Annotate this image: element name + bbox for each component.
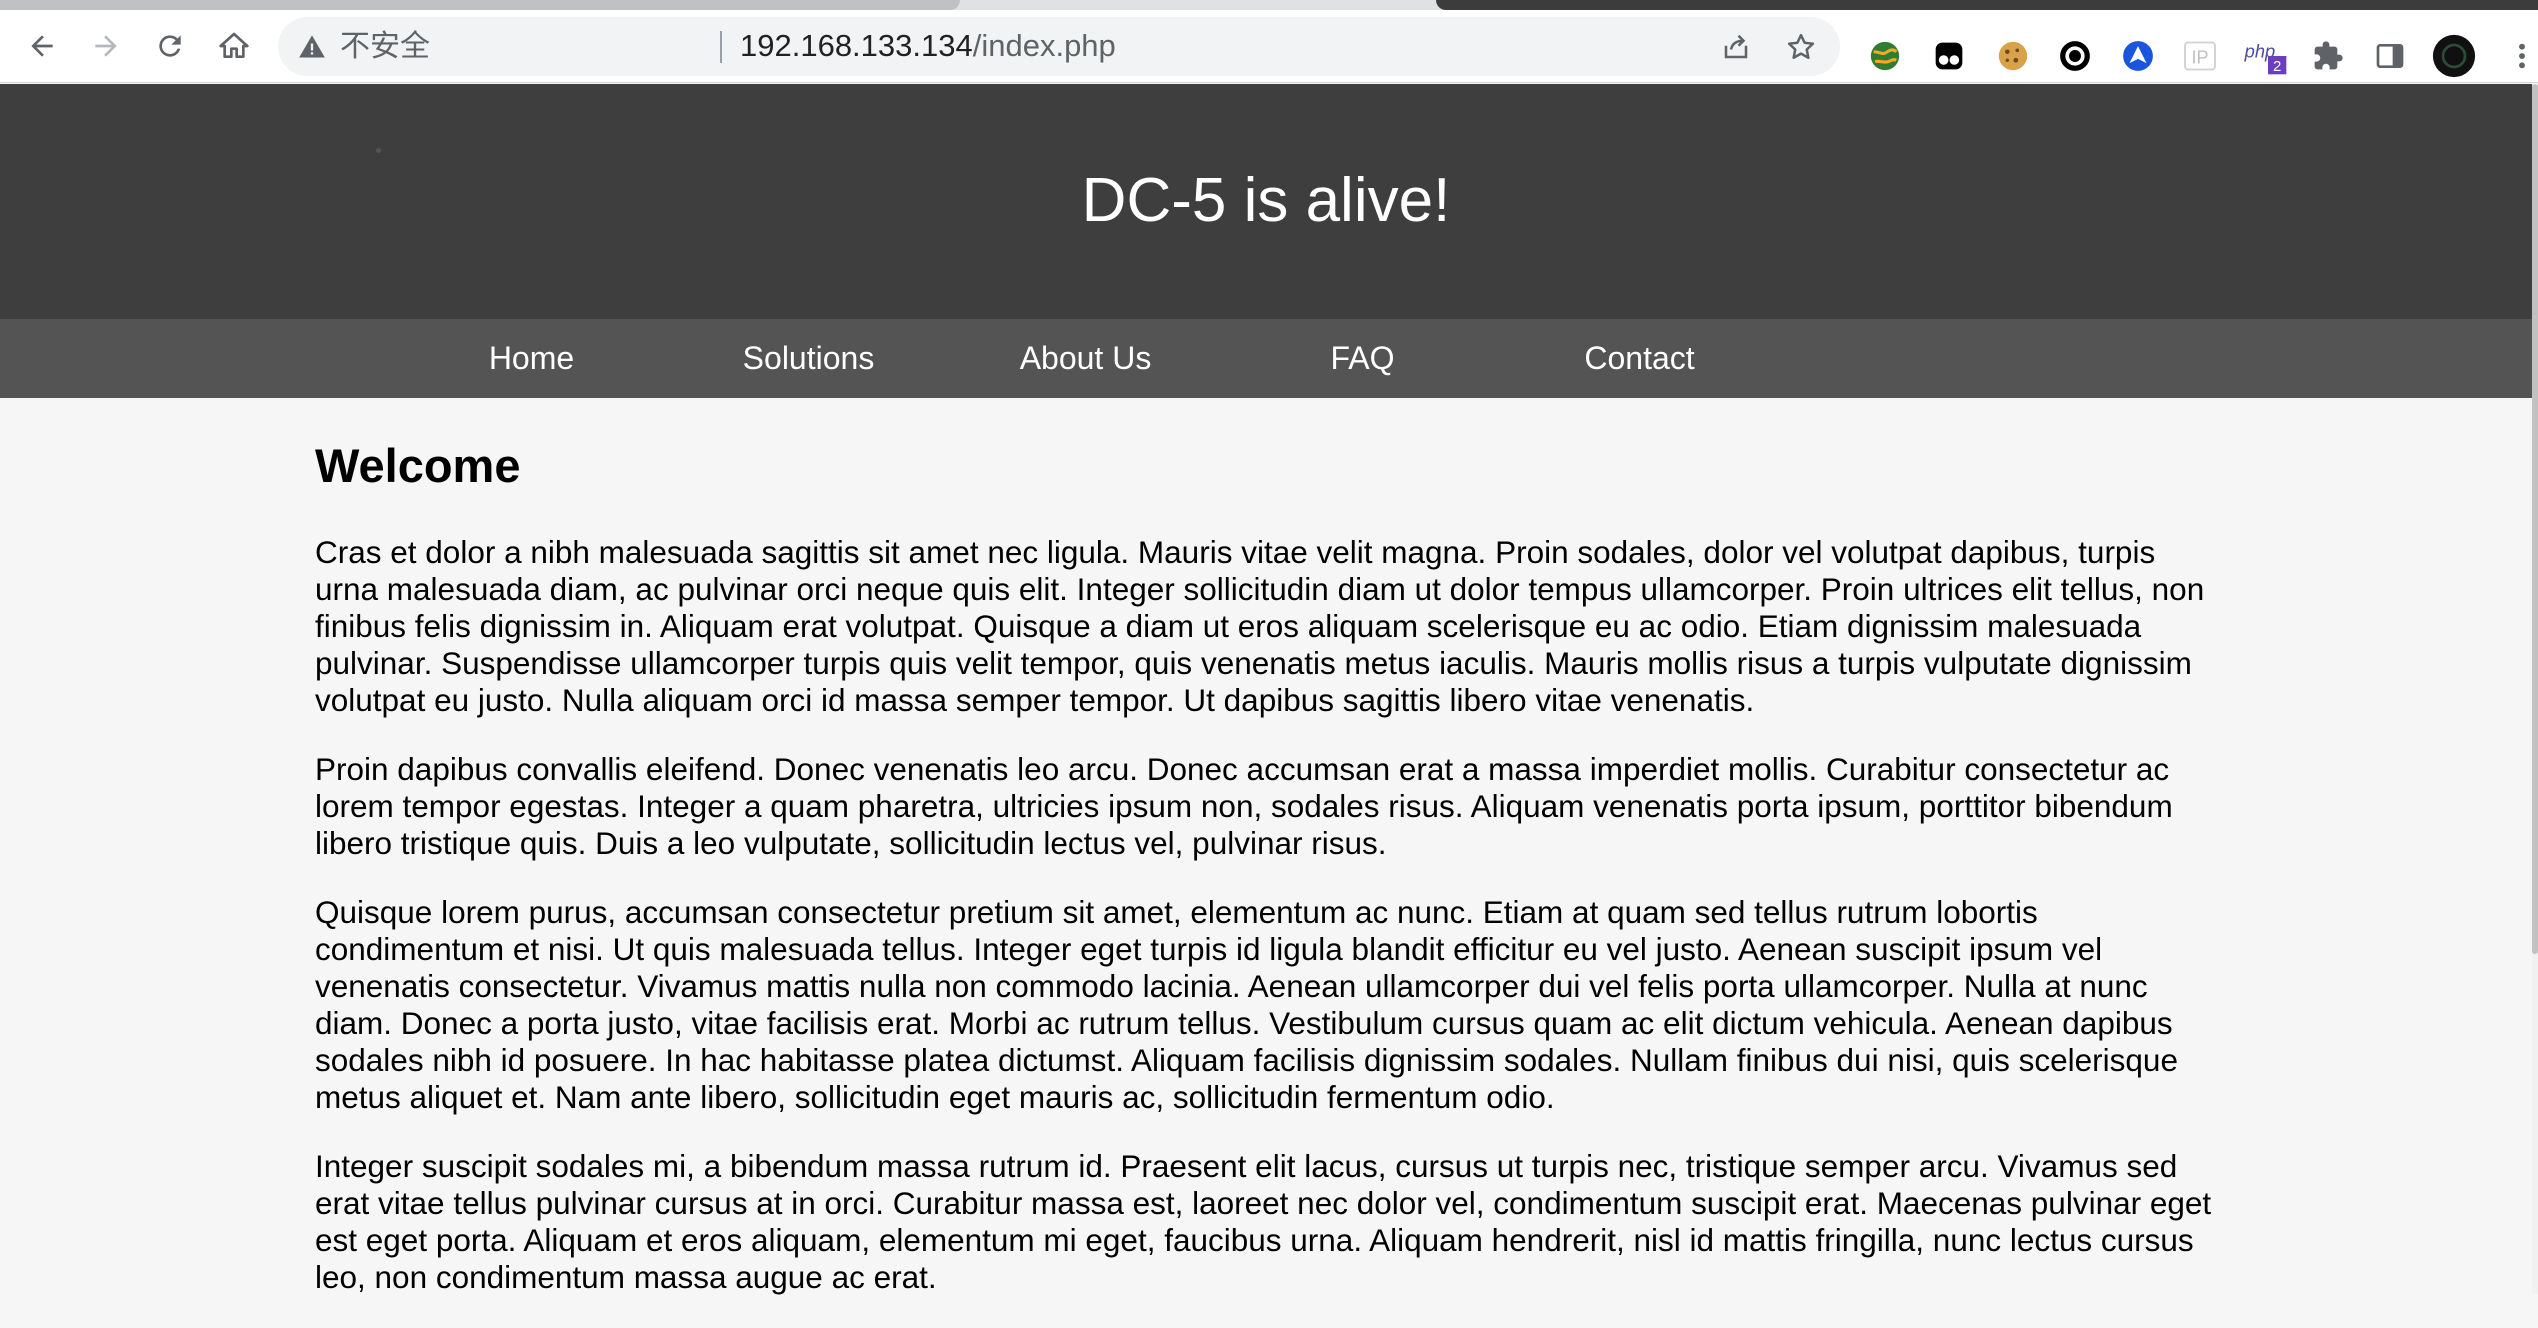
svg-text:IP: IP xyxy=(2191,48,2208,68)
back-icon xyxy=(31,35,53,57)
site-title: DC-5 is alive! xyxy=(1081,166,1451,235)
extension-ip-icon[interactable]: IP xyxy=(2180,36,2220,76)
browser-tab[interactable] xyxy=(1436,0,2538,10)
warning-icon[interactable] xyxy=(296,31,328,63)
paragraph: Proin dapibus convallis eleifend. Donec … xyxy=(315,751,2173,861)
extension-globe-icon[interactable] xyxy=(1865,36,1905,76)
more-menu-icon[interactable] xyxy=(2510,36,2534,76)
tab-strip xyxy=(0,0,2538,10)
extension-php-icon[interactable]: php 2 xyxy=(2243,36,2293,76)
home-button[interactable] xyxy=(210,22,258,70)
reload-icon xyxy=(159,35,181,57)
profile-avatar[interactable] xyxy=(2432,34,2476,78)
reload-button[interactable] xyxy=(146,22,194,70)
paragraph: Quisque lorem purus, accumsan consectetu… xyxy=(315,894,2178,1115)
nav-home[interactable]: Home xyxy=(393,319,670,398)
header-dot xyxy=(376,148,381,153)
nav-solutions[interactable]: Solutions xyxy=(670,319,947,398)
security-label[interactable]: 不安全 xyxy=(340,31,430,63)
nav-faq[interactable]: FAQ xyxy=(1224,319,1501,398)
forward-button[interactable] xyxy=(82,22,130,70)
divider xyxy=(720,31,722,63)
paragraph: Integer suscipit sodales mi, a bibendum … xyxy=(315,1148,2212,1295)
extensions-puzzle-icon[interactable] xyxy=(2308,36,2348,76)
star-icon[interactable] xyxy=(1783,29,1819,65)
extension-ring-icon[interactable] xyxy=(2055,36,2095,76)
browser-toolbar: 不安全 192.168.133.134/index.php IP php 2 xyxy=(0,10,2538,83)
address-bar[interactable]: 不安全 192.168.133.134/index.php xyxy=(278,17,1840,76)
url-host: 192.168.133.134 xyxy=(740,28,973,63)
extension-arrow-icon[interactable] xyxy=(2118,36,2158,76)
forward-icon xyxy=(95,35,117,57)
page-scrollbar[interactable] xyxy=(2532,84,2538,1294)
extension-cookie-icon[interactable] xyxy=(1993,36,2033,76)
home-icon xyxy=(219,32,249,58)
page-heading: Welcome xyxy=(315,439,521,492)
site-header: DC-5 is alive! xyxy=(0,84,2532,319)
paragraph: Cras et dolor a nibh malesuada sagittis … xyxy=(315,534,2205,718)
main-content: Welcome Cras et dolor a nibh malesuada s… xyxy=(315,428,2220,1328)
back-button[interactable] xyxy=(18,22,66,70)
side-panel-icon[interactable] xyxy=(2370,36,2410,76)
nav-about-us[interactable]: About Us xyxy=(947,319,1224,398)
url-text[interactable]: 192.168.133.134/index.php xyxy=(740,29,1116,63)
site-nav: Home Solutions About Us FAQ Contact xyxy=(0,319,2532,398)
url-path: /index.php xyxy=(972,28,1116,63)
nav-contact[interactable]: Contact xyxy=(1501,319,1778,398)
extension-tampermonkey-icon[interactable] xyxy=(1929,36,1969,76)
scrollbar-thumb[interactable] xyxy=(2532,84,2538,954)
share-icon[interactable] xyxy=(1718,29,1754,65)
svg-text:2: 2 xyxy=(2273,58,2281,75)
browser-tab[interactable] xyxy=(0,0,960,10)
